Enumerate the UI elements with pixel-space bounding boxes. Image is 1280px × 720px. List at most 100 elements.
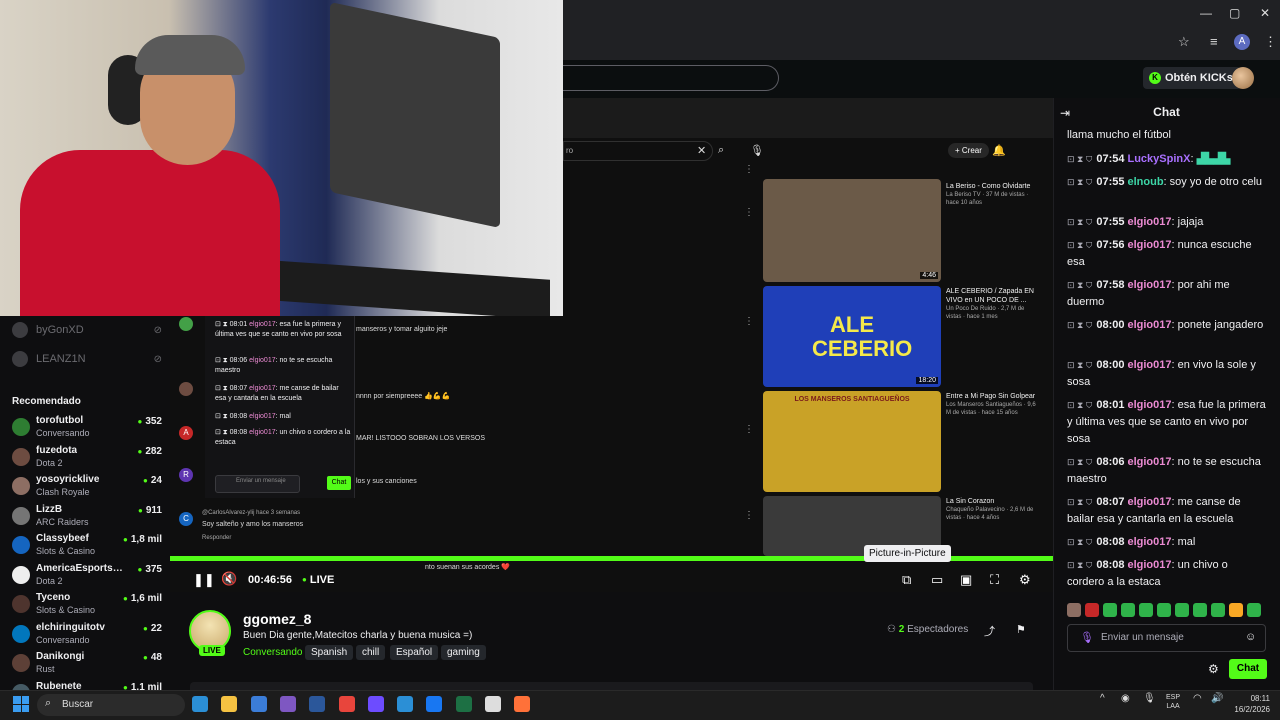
channel-name: LEANZ1N [36, 353, 86, 365]
store-icon[interactable] [250, 696, 267, 712]
app-icon[interactable] [397, 696, 414, 712]
recommended-channel[interactable]: Tyceno Slots & Casino 1,6 mil [12, 590, 162, 618]
channel-avatar [12, 506, 30, 525]
fullscreen-icon[interactable]: ⛶ [990, 572, 999, 588]
chat-message: ⊡ ⧗ ⛉ 07:54 LuckySpinX: ▟▙▟▙ [1067, 153, 1231, 165]
theater-mode-icon[interactable]: ▭ [931, 572, 943, 588]
video-title: Entre a Mi Pago Sin Golpear [946, 393, 1036, 400]
tag[interactable]: chill [356, 645, 386, 660]
volume-icon[interactable]: 🔊 [1211, 693, 1223, 704]
message-user[interactable]: elgio017 [1127, 216, 1171, 228]
person-shirt-image [20, 150, 280, 316]
video-thumbnail: LOS MANSEROS SANTIAGUEÑOS [763, 391, 941, 492]
pause-button[interactable]: ❚❚ [193, 572, 215, 588]
video-duration: 4:46 [920, 272, 938, 279]
message-user[interactable]: elgio017 [1127, 399, 1171, 411]
offline-icon: ⊘ [153, 353, 162, 365]
close-window-button[interactable]: ✕ [1260, 6, 1270, 20]
more-icon: ⋮ [744, 207, 754, 218]
language-indicator[interactable]: ESP LAA [1166, 693, 1180, 711]
recommended-channel[interactable]: elchiringuitotvConversando 22 [12, 620, 162, 648]
chat-input[interactable]: Enviar un mensaje [1067, 624, 1266, 652]
channel-name[interactable]: ggomez_8 [243, 611, 311, 627]
windows-start-icon[interactable] [13, 696, 29, 712]
message-user[interactable]: elgio017 [1127, 359, 1171, 371]
mini-chat-message: ⊡ ⧗ 08:08 elgio017: mal [215, 413, 291, 420]
wifi-icon[interactable]: ◠ [1193, 693, 1202, 704]
channel-name: yosoyricklive [36, 474, 100, 485]
followed-channel[interactable]: byGonXD ⊘ [12, 322, 162, 338]
clock[interactable]: 08:11 16/2/2026 [1228, 693, 1270, 715]
recommended-channel[interactable]: Danikongi Rust 48 [12, 649, 162, 677]
excel-icon[interactable] [455, 696, 472, 712]
theatre-icon[interactable]: ▣ [960, 572, 972, 588]
get-kicks-button[interactable]: K Obtén KICKs [1143, 67, 1241, 89]
recommended-channel[interactable]: Classybeef Slots & Casino 1,8 mil [12, 531, 162, 559]
mute-icon[interactable]: 🔇 [221, 571, 237, 587]
badge-icon: ⊡ ⧗ ⛉ [1067, 400, 1093, 410]
mic-icon[interactable]: 🎙 [1080, 631, 1094, 644]
file-explorer-icon[interactable] [221, 696, 238, 712]
user-avatar[interactable] [1232, 67, 1254, 89]
firefox-icon[interactable] [514, 696, 531, 712]
tag[interactable]: gaming [441, 645, 486, 660]
search-input[interactable] [563, 65, 779, 91]
share-icon[interactable]: ⤴ [984, 623, 995, 639]
comment-text: Soy salteño y amo los manseros [202, 521, 304, 528]
chat-settings-icon[interactable]: ⚙ [1208, 662, 1219, 676]
facebook-icon[interactable] [426, 696, 443, 712]
maximize-button[interactable]: ▢ [1229, 6, 1240, 20]
viewer-count: 1,6 mil [123, 593, 162, 604]
reading-list-icon[interactable]: ≡ [1210, 34, 1218, 49]
picture-in-picture-icon[interactable]: ⧉ [902, 572, 911, 588]
app-icon[interactable] [367, 696, 384, 712]
channel-name: LizzB [36, 503, 63, 515]
chrome-icon[interactable] [338, 696, 355, 712]
app-icon[interactable] [485, 696, 501, 712]
badge-icon: ⊡ ⧗ ⛉ [1067, 360, 1093, 370]
stream-category[interactable]: Conversando [243, 647, 302, 658]
settings-icon[interactable]: ⚙ [1019, 572, 1031, 588]
followed-channel[interactable]: LEANZ1N ⊘ [12, 351, 162, 367]
recommended-channel[interactable]: fuzedotaDota 2 282 [12, 443, 162, 471]
message-user[interactable]: elgio017 [1127, 559, 1171, 571]
message-user[interactable]: elnoub [1127, 176, 1163, 188]
mic-tray-icon[interactable]: 🎙 [1143, 693, 1156, 704]
mic-icon: 🎙 [750, 145, 764, 157]
message-user[interactable]: elgio017 [1127, 239, 1171, 251]
badge-icon: ⊡ ⧗ ⛉ [1067, 320, 1093, 330]
tag[interactable]: Spanish [305, 645, 354, 660]
app-icon[interactable] [279, 696, 296, 712]
network-app-icon[interactable]: ◉ [1121, 693, 1130, 704]
message-user[interactable]: elgio017 [1127, 279, 1171, 291]
menu-icon[interactable]: ⋮ [1264, 34, 1277, 50]
message-user[interactable]: elgio017 [1127, 456, 1171, 468]
message-time: 08:01 [1096, 399, 1125, 411]
recommended-channel[interactable]: AmericaEsportsD...Dota 2 375 [12, 561, 162, 589]
emoji-icon[interactable]: ☺ [1245, 631, 1256, 643]
message-user[interactable]: LuckySpinX [1127, 153, 1190, 165]
pip-tooltip: Picture-in-Picture [864, 545, 951, 562]
mini-chat-send-button: Chat [327, 476, 351, 490]
message-time: 08:06 [1096, 456, 1125, 468]
recommended-channel[interactable]: yosoyricklive Clash Royale 24 [12, 472, 162, 500]
message-user[interactable]: elgio017 [1127, 319, 1171, 331]
tag[interactable]: Español [390, 645, 439, 660]
show-hidden-icons[interactable]: ^ [1100, 693, 1105, 704]
more-icon: ⋮ [744, 424, 754, 435]
badge-icon: ⊡ ⧗ ⛉ [1067, 154, 1093, 164]
recommended-channel[interactable]: torofutbol Conversando 352 [12, 413, 162, 441]
message-user[interactable]: elgio017 [1127, 496, 1171, 508]
send-chat-button[interactable]: Chat [1229, 659, 1267, 679]
recommended-channel[interactable]: LizzBARC Raiders 911 [12, 502, 162, 530]
star-icon[interactable]: ☆ [1178, 34, 1190, 50]
message-user[interactable]: elgio017 [1127, 536, 1171, 548]
video-meta: La Sin Corazon Chaqueño Palavecino · 2,6… [946, 497, 1036, 522]
follow-icon[interactable]: ⚑ [1016, 623, 1026, 636]
word-icon[interactable] [309, 696, 326, 712]
message-time: 07:54 [1096, 153, 1125, 165]
taskbar-search[interactable]: Buscar [37, 694, 185, 716]
minimize-button[interactable]: — [1200, 6, 1212, 20]
edge-icon[interactable] [192, 696, 208, 712]
profile-icon[interactable]: A [1234, 34, 1250, 50]
